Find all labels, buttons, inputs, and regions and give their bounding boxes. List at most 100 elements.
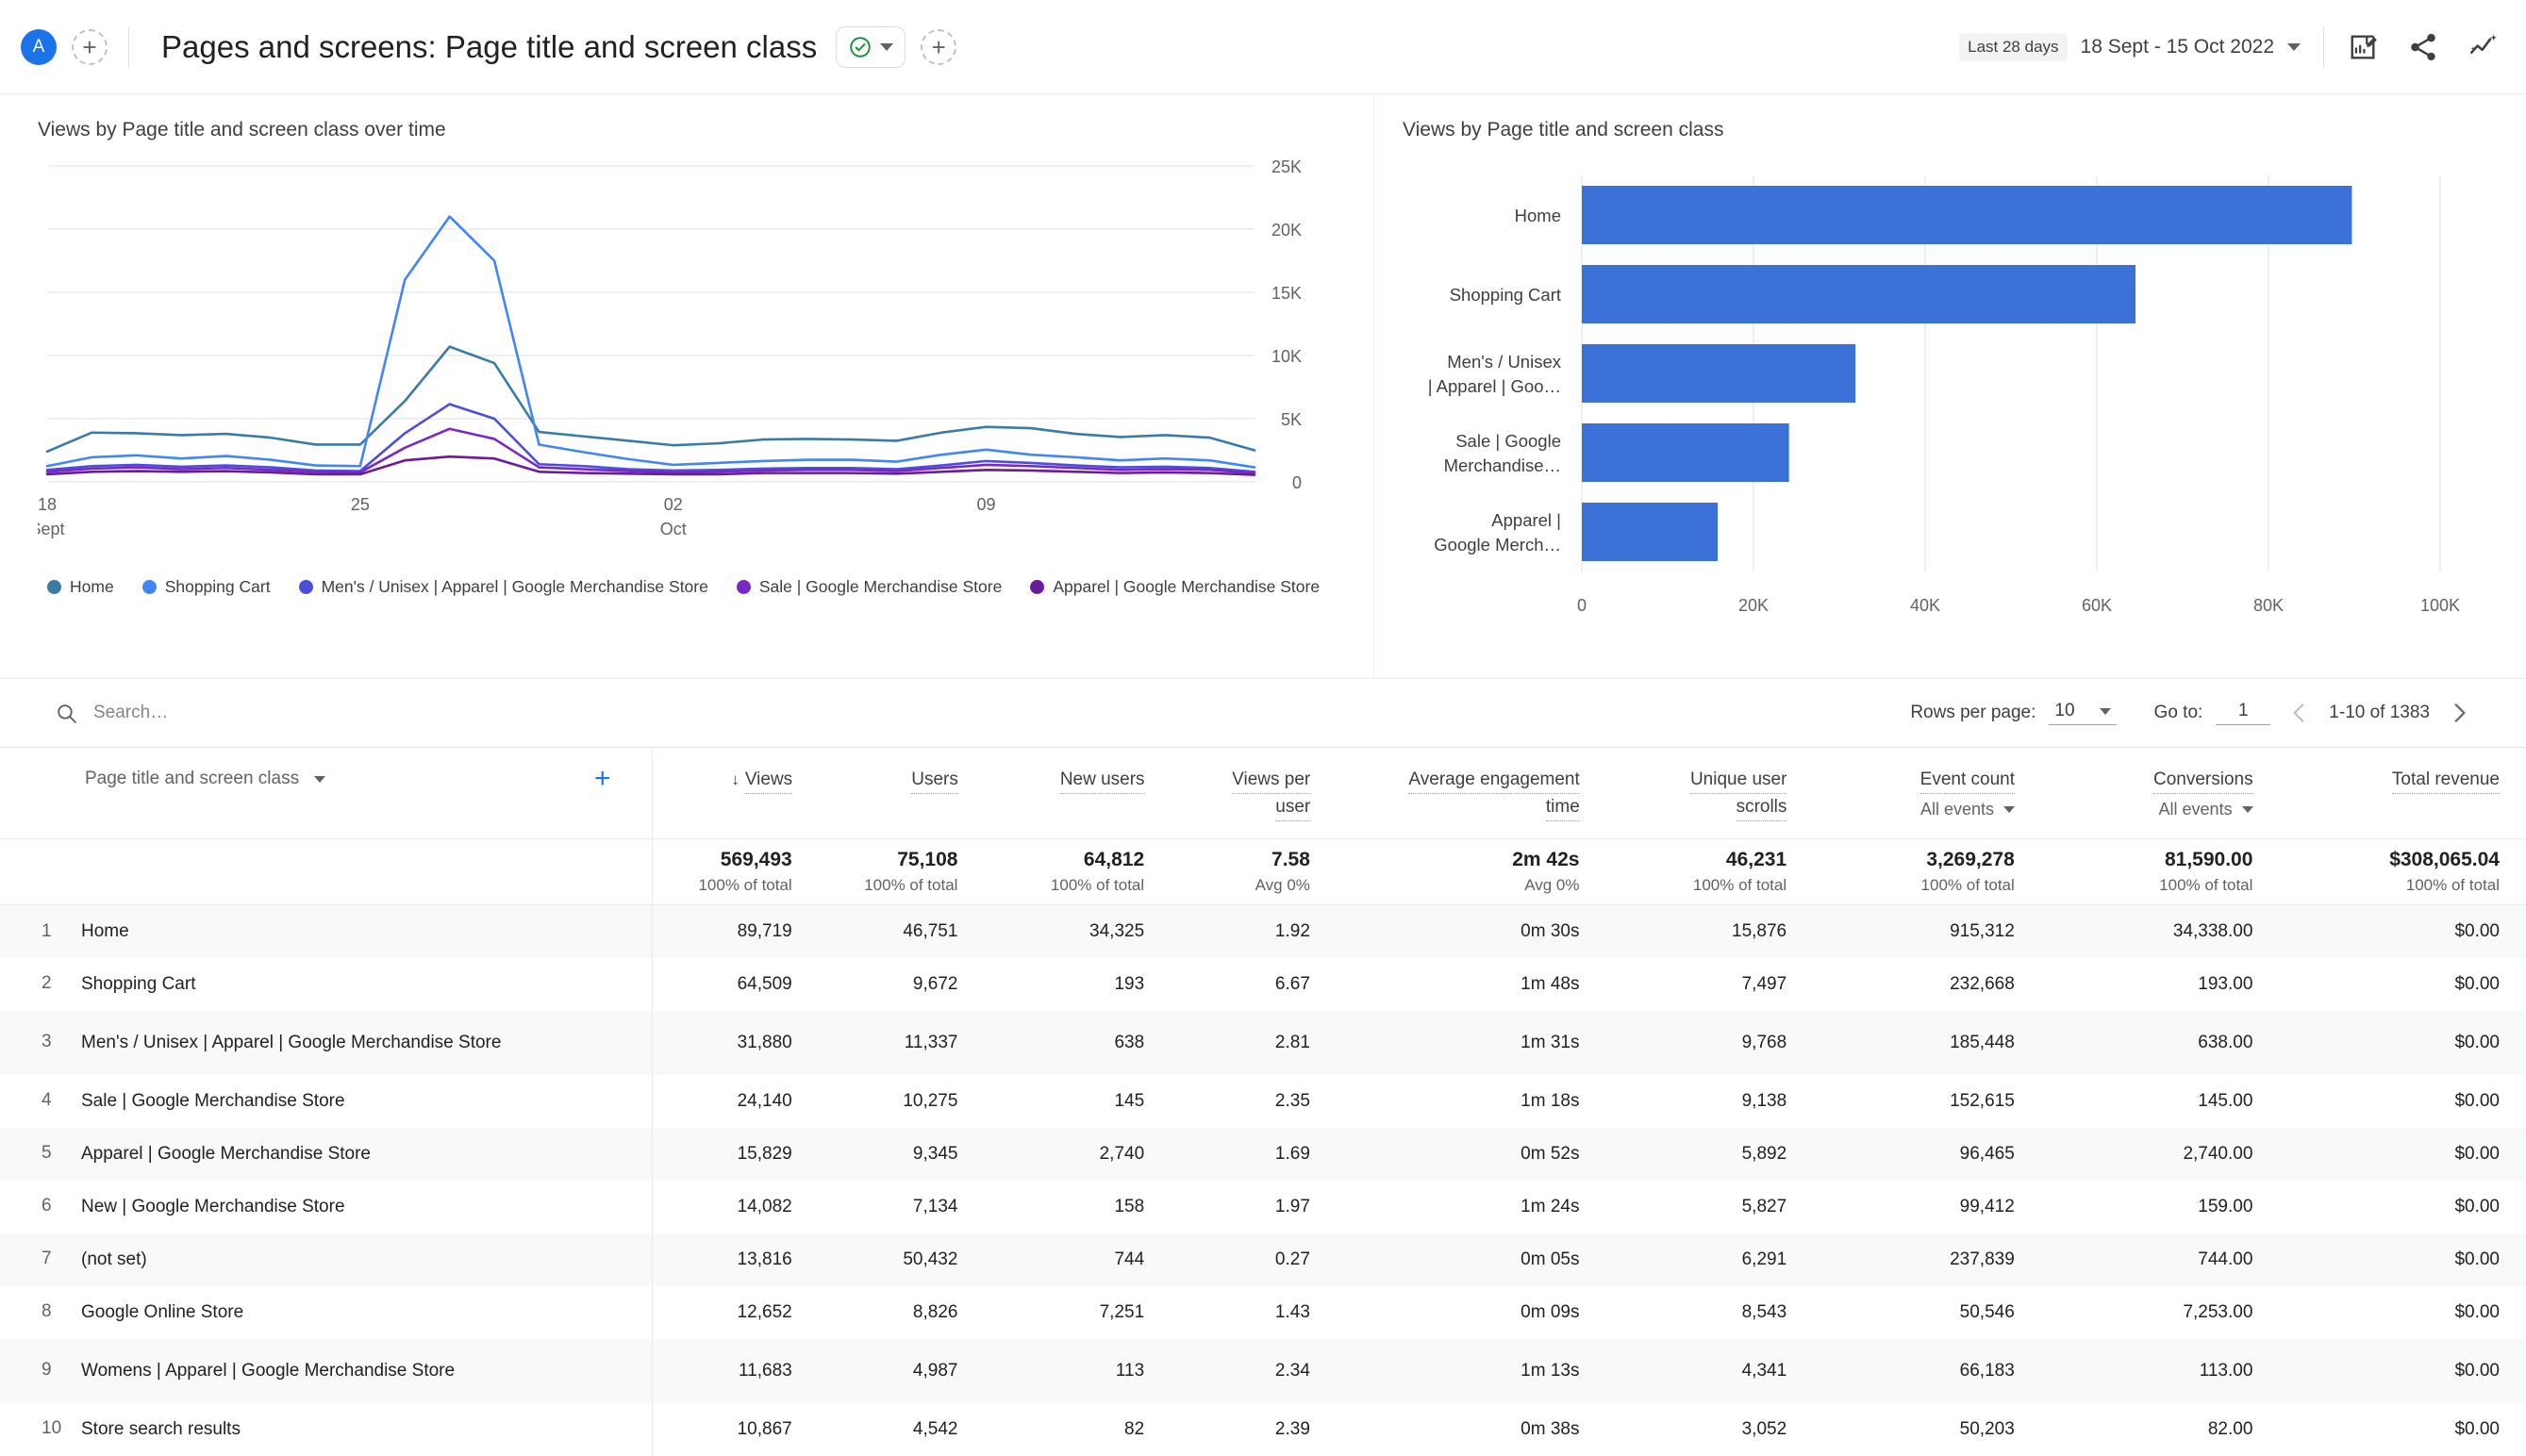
table-row[interactable]: 3Men's / Unisex | Apparel | Google Merch… — [0, 1011, 2526, 1075]
add-dimension-button[interactable]: + — [594, 769, 611, 788]
chevron-down-icon — [880, 43, 893, 51]
row-dimension-cell[interactable]: 3Men's / Unisex | Apparel | Google Merch… — [0, 1011, 653, 1075]
row-metric-cell: $0.00 — [2279, 1181, 2526, 1233]
bar-chart-panel: Views by Page title and screen class 020… — [1373, 94, 2526, 678]
share-icon[interactable] — [2407, 31, 2439, 63]
column-header[interactable]: Users — [819, 748, 985, 838]
date-range-label[interactable]: 18 Sept - 15 Oct 2022 — [2081, 36, 2274, 58]
totals-sublabel: 100% of total — [819, 876, 985, 895]
row-label[interactable]: Apparel | Google Merchandise Store — [81, 1141, 371, 1167]
table-toolbar: Rows per page: 10 Go to: 1-10 of 1383 — [0, 679, 2526, 747]
table-row[interactable]: 9Womens | Apparel | Google Merchandise S… — [0, 1339, 2526, 1403]
chevron-down-icon[interactable] — [314, 776, 325, 783]
column-header[interactable]: Average engagementtime — [1337, 748, 1606, 838]
row-dimension-cell[interactable]: 7(not set) — [0, 1233, 653, 1286]
row-dimension-cell[interactable]: 6New | Google Merchandise Store — [0, 1181, 653, 1233]
bar-chart-svg[interactable]: 020K40K60K80K100KHomeShopping CartMen's … — [1403, 147, 2478, 628]
totals-sublabel: Avg 0% — [1337, 876, 1606, 895]
chevron-down-icon[interactable] — [2287, 43, 2301, 51]
svg-text:10K: 10K — [1271, 347, 1302, 366]
line-chart-svg[interactable]: 05K10K15K20K25K18Sept2502Oct09 — [38, 147, 1349, 562]
table-row[interactable]: 1Home89,71946,75134,3251.920m 30s15,8769… — [0, 905, 2526, 958]
bar-chart[interactable]: 020K40K60K80K100KHomeShopping CartMen's … — [1403, 147, 2488, 628]
search-input[interactable] — [93, 703, 490, 723]
svg-text:Shopping Cart: Shopping Cart — [1450, 285, 1561, 305]
line-chart[interactable]: 05K10K15K20K25K18Sept2502Oct09 — [38, 147, 1349, 562]
edit-report-icon[interactable] — [2347, 31, 2379, 63]
row-metric-cell: 1m 48s — [1337, 958, 1606, 1011]
column-header[interactable]: Total revenue — [2280, 748, 2526, 838]
column-filter-select[interactable]: All events — [2041, 800, 2253, 819]
totals-cell: 75,108100% of total — [819, 839, 985, 905]
row-dimension-cell[interactable]: 1Home — [0, 905, 653, 958]
table-row[interactable]: 2Shopping Cart64,5099,6721936.671m 48s7,… — [0, 958, 2526, 1011]
add-comparison-button[interactable]: + — [921, 29, 956, 65]
row-metric-cell: 4,987 — [819, 1339, 985, 1403]
insights-icon[interactable] — [2468, 31, 2500, 63]
column-header[interactable]: Unique userscrolls — [1606, 748, 1814, 838]
row-label[interactable]: New | Google Merchandise Store — [81, 1194, 345, 1220]
column-header[interactable]: ↓Views — [653, 748, 819, 838]
row-label[interactable]: Store search results — [81, 1416, 241, 1443]
totals-sublabel: Avg 0% — [1171, 876, 1337, 895]
row-dimension-cell[interactable]: 4Sale | Google Merchandise Store — [0, 1075, 653, 1128]
totals-row: 569,493100% of total75,108100% of total6… — [0, 839, 2526, 905]
column-header-label: Users — [911, 769, 958, 794]
legend-item[interactable]: Men's / Unisex | Apparel | Google Mercha… — [299, 577, 708, 597]
row-metric-cell: 0.27 — [1171, 1233, 1337, 1286]
row-metric-cell: 7,497 — [1605, 958, 1813, 1011]
rows-per-page-select[interactable]: 10 — [2049, 701, 2116, 725]
table-row[interactable]: 5Apparel | Google Merchandise Store15,82… — [0, 1128, 2526, 1181]
data-quality-badge[interactable] — [836, 26, 906, 68]
table-row[interactable]: 8Google Online Store12,6528,8267,2511.43… — [0, 1286, 2526, 1339]
column-header[interactable]: ConversionsAll events — [2041, 748, 2280, 838]
totals-sublabel: 100% of total — [1813, 876, 2041, 895]
row-metric-cell: 0m 52s — [1337, 1128, 1606, 1181]
row-number: 3 — [42, 1032, 81, 1052]
row-label[interactable]: Shopping Cart — [81, 971, 195, 998]
row-metric-cell: 89,719 — [653, 905, 819, 958]
column-header[interactable]: Views peruser — [1172, 748, 1338, 838]
goto-input[interactable] — [2216, 701, 2270, 725]
totals-cell: 46,231100% of total — [1605, 839, 1813, 905]
table-row[interactable]: 7(not set)13,81650,4327440.270m 05s6,291… — [0, 1233, 2526, 1286]
row-dimension-cell[interactable]: 9Womens | Apparel | Google Merchandise S… — [0, 1339, 653, 1403]
row-label[interactable]: Home — [81, 918, 129, 945]
row-metric-cell: 145 — [984, 1075, 1171, 1128]
row-label[interactable]: Google Online Store — [81, 1299, 243, 1326]
legend-item[interactable]: Sale | Google Merchandise Store — [737, 577, 1002, 597]
column-filter-select[interactable]: All events — [1813, 800, 2015, 819]
svg-text:0: 0 — [1292, 473, 1302, 492]
totals-value: 64,812 — [984, 849, 1171, 871]
table-row[interactable]: 4Sale | Google Merchandise Store24,14010… — [0, 1075, 2526, 1128]
column-header[interactable]: New users — [985, 748, 1172, 838]
row-dimension-cell[interactable]: 10Store search results — [0, 1403, 653, 1456]
next-page-button[interactable] — [2447, 701, 2471, 725]
row-label[interactable]: (not set) — [81, 1247, 147, 1273]
table-row[interactable]: 10Store search results10,8674,542822.390… — [0, 1403, 2526, 1456]
row-label[interactable]: Men's / Unisex | Apparel | Google Mercha… — [81, 1030, 501, 1056]
row-dimension-cell[interactable]: 8Google Online Store — [0, 1286, 653, 1339]
chevron-down-icon — [2100, 708, 2111, 715]
legend-item[interactable]: Shopping Cart — [142, 577, 271, 597]
dimension-header[interactable]: Page title and screen class + — [0, 748, 653, 839]
previous-page-button[interactable] — [2287, 701, 2312, 725]
row-dimension-cell[interactable]: 2Shopping Cart — [0, 958, 653, 1011]
row-metric-cell: 232,668 — [1813, 958, 2041, 1011]
goto-group: Go to: — [2154, 701, 2271, 725]
legend-item[interactable]: Home — [47, 577, 114, 597]
table-row[interactable]: 6New | Google Merchandise Store14,0827,1… — [0, 1181, 2526, 1233]
row-metric-cell: 11,683 — [653, 1339, 819, 1403]
avatar[interactable]: A — [21, 29, 57, 65]
row-label[interactable]: Womens | Apparel | Google Merchandise St… — [81, 1358, 455, 1384]
add-account-button[interactable]: + — [72, 29, 108, 65]
row-metric-cell: 1m 13s — [1337, 1339, 1606, 1403]
legend-color-dot — [1030, 580, 1044, 594]
row-label[interactable]: Sale | Google Merchandise Store — [81, 1088, 345, 1115]
legend-item[interactable]: Apparel | Google Merchandise Store — [1030, 577, 1320, 597]
row-metric-cell: 4,341 — [1605, 1339, 1813, 1403]
row-dimension-cell[interactable]: 5Apparel | Google Merchandise Store — [0, 1128, 653, 1181]
search-box[interactable] — [55, 702, 490, 725]
column-header[interactable]: Event countAll events — [1813, 748, 2041, 838]
row-metric-cell: 9,768 — [1605, 1011, 1813, 1075]
